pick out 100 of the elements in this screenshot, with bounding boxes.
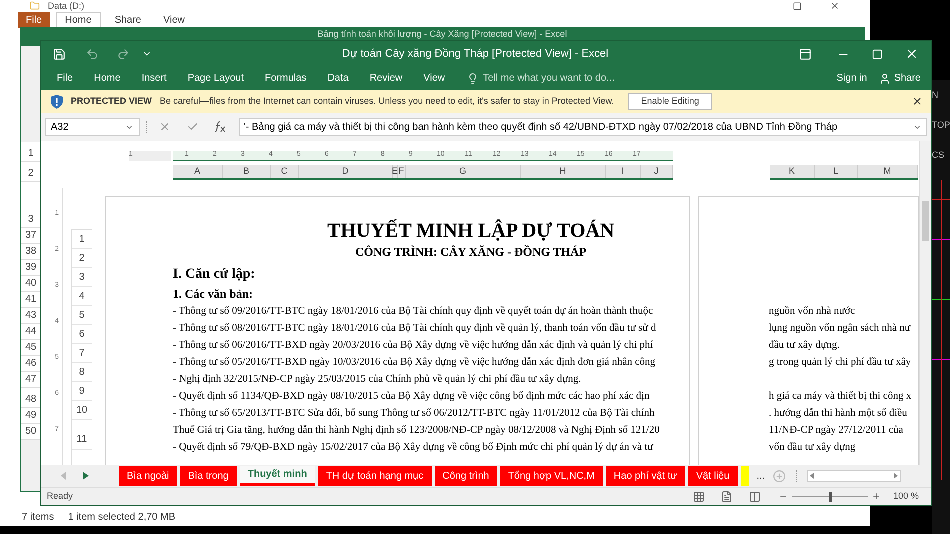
zoom-level[interactable]: 100 %: [893, 490, 919, 504]
column-header[interactable]: K: [770, 165, 815, 178]
row-number: 7: [72, 344, 92, 364]
cad-label: TOP: [932, 120, 950, 130]
document-text-line: 11/NĐ-CP ngày 27/12/2011 của: [769, 424, 904, 438]
column-header[interactable]: H: [521, 165, 606, 178]
next-sheet-icon[interactable]: [83, 472, 89, 480]
sheet-tab[interactable]: Bìa trong: [180, 466, 237, 486]
ribbon-tab[interactable]: File: [57, 71, 74, 86]
function-icon[interactable]: [213, 121, 227, 134]
ribbon-tab[interactable]: File: [18, 12, 50, 28]
column-header[interactable]: M: [858, 165, 918, 178]
cancel-icon[interactable]: [159, 121, 171, 134]
sheet-tab[interactable]: Công trình: [434, 466, 498, 486]
sheet-tab[interactable]: Bìa ngoài: [119, 466, 178, 486]
sheet-tab[interactable]: Tổng hợp VL,NC,M: [500, 466, 603, 486]
sheet-tab[interactable]: Thuyết minh: [240, 466, 316, 486]
cad-label: N: [932, 90, 938, 100]
ribbon-tab[interactable]: Page Layout: [188, 71, 244, 86]
more-sheets-button[interactable]: ...: [756, 468, 766, 484]
subsection-heading: 1. Các văn bản:: [173, 286, 254, 304]
row-number: 2: [72, 249, 92, 268]
page-layout-icon[interactable]: [721, 490, 734, 503]
maximize-icon[interactable]: [793, 2, 802, 10]
row-number: 1: [72, 230, 92, 250]
document-text-line: . hướng dẫn thi hành một số điều: [769, 407, 908, 422]
column-header[interactable]: F: [398, 165, 406, 178]
column-header[interactable]: C: [271, 165, 299, 178]
column-header[interactable]: B: [223, 165, 271, 178]
ribbon-tab[interactable]: Share: [106, 12, 150, 28]
lightbulb-icon: [467, 72, 480, 85]
document-text-line: - Thông tư số 05/2016/TT-BXD ngày 10/03/2016 của Bộ Xây dựng về việc hướng dẫn xác định đơn giá nhân công: [173, 356, 656, 370]
section-heading: I. Căn cứ lập:: [173, 266, 256, 284]
column-header[interactable]: E: [393, 165, 398, 178]
name-box[interactable]: A32: [45, 118, 140, 136]
window-title: Dự toán Cây xăng Đồng Tháp [Protected View] - Excel: [342, 47, 609, 62]
row-number: 4: [72, 287, 92, 306]
document-text-line: h giá ca máy và thiết bị thi công x: [769, 390, 912, 404]
row-number: 6: [72, 325, 92, 344]
document-text-line: - Quyết định số 1134/QĐ-BXD ngày 08/10/2015 của Bộ Xây dựng về việc công bố định mức các hao phí xác địn: [173, 390, 650, 404]
ribbon-tab[interactable]: Formulas: [265, 71, 307, 86]
window-title: Bảng tính toán khối lượng - Cây Xăng [Protected View] - Excel: [318, 29, 568, 39]
tell-me-field[interactable]: Tell me what you want to do...: [483, 71, 615, 86]
column-header[interactable]: D: [299, 165, 393, 178]
document-text-line: - Nghị định 32/2015/NĐ-CP ngày 25/03/2015 của Chính phủ về quản lý chi phí đầu tư xây dựng.: [173, 373, 582, 388]
share-button[interactable]: Share: [879, 71, 921, 86]
document-text-line: nguồn vốn nhà nước: [769, 305, 856, 320]
folder-icon: [30, 1, 40, 11]
row-number: 9: [72, 382, 92, 402]
document-title: THUYẾT MINH LẬP DỰ TOÁN: [327, 219, 615, 244]
column-header[interactable]: I: [606, 165, 641, 178]
row-number: 8: [72, 363, 92, 382]
person-icon: [879, 72, 892, 85]
document-text-line: lụng nguồn vốn ngân sách nhà nư: [769, 322, 911, 336]
protected-view-label: PROTECTED VIEW: [71, 94, 152, 108]
row-number: 10: [72, 401, 92, 420]
column-header[interactable]: G: [406, 165, 521, 178]
save-icon[interactable]: [53, 48, 66, 61]
ribbon-tab[interactable]: Insert: [142, 71, 167, 86]
close-icon[interactable]: [912, 96, 923, 108]
zoom-slider-thumb[interactable]: [829, 492, 832, 502]
horizontal-scrollbar[interactable]: [807, 470, 902, 482]
ribbon-tab[interactable]: View: [156, 12, 193, 28]
document-text-line: - Quyết định số 79/QĐ-BXD ngày 15/02/2017 của Bộ Xây dựng về công bố Định mức chi phí quản lý dự án và tư: [173, 441, 654, 456]
column-header[interactable]: J: [641, 165, 673, 178]
ribbon-display-icon[interactable]: [799, 48, 812, 61]
selection-info: 1 item selected 2,70 MB: [68, 510, 176, 524]
protected-view-message: Be careful—files from the Internet can contain viruses. Unless you need to edit, it's safer to stay in Protected View.: [160, 94, 614, 108]
normal-view-icon[interactable]: [693, 490, 706, 503]
document-text-line: - Thông tư số 09/2016/TT-BTC ngày 18/01/2016 của Bộ Tài chính quy định về quyết toán dự án hoàn thành thuộc: [173, 305, 654, 320]
row-number: 3: [72, 268, 92, 288]
document-text-line: đầu tư xây dựng.: [769, 339, 840, 354]
sheet-tab[interactable]: Hao phí vật tư: [606, 466, 686, 486]
ribbon-tab[interactable]: View: [424, 71, 446, 86]
column-header[interactable]: A: [173, 165, 223, 178]
formula-field[interactable]: '- Bảng giá ca máy và thiết bị thi công ban hành kèm theo quyết định số 42/UBND-ĐTXD ngày 07/02/2018 của UBND Tỉnh Đồng Tháp: [239, 118, 927, 136]
page-break-icon[interactable]: [749, 490, 762, 503]
column-header[interactable]: L: [815, 165, 858, 178]
sheet-tab[interactable]: TH dự toán hạng mục: [318, 466, 432, 486]
sign-in-link[interactable]: Sign in: [836, 71, 868, 86]
enable-editing-button[interactable]: Enable Editing: [628, 93, 712, 110]
scroll-right-icon[interactable]: [894, 473, 898, 480]
shield-icon: [51, 94, 63, 109]
ribbon-tab[interactable]: Home: [94, 71, 121, 86]
close-icon[interactable]: [830, 1, 840, 11]
zoom-in-icon[interactable]: [872, 492, 882, 502]
ribbon-tab[interactable]: Review: [370, 71, 403, 86]
document-text-line: vốn đầu tư xây dựng: [769, 441, 856, 456]
document-text-line: - Thông tư số 65/2013/TT-BTC Sửa đổi, bổ sung Thông tư số 06/2012/TT-BTC ngày 11/01/2012 của Bộ Tài chính: [173, 407, 655, 422]
cad-label: CS: [932, 150, 945, 160]
scroll-left-icon[interactable]: [810, 473, 814, 480]
item-count: 7 items: [22, 510, 54, 524]
explorer-path: Data (D:): [48, 1, 85, 11]
document-text-line: g trong quản lý chi phí đầu tư xây: [769, 356, 912, 370]
ribbon-tab[interactable]: Data: [328, 71, 349, 86]
document-text-line: - Thông tư số 06/2016/TT-BXD ngày 20/03/2016 của Bộ Xây dựng về việc hướng dẫn xác định và quản lý chi phí: [173, 339, 654, 354]
sheet-tab[interactable]: Vật liệu: [688, 466, 738, 486]
zoom-slider[interactable]: [792, 492, 868, 502]
row-number: 5: [72, 306, 92, 326]
ribbon-tab[interactable]: Home: [56, 12, 101, 28]
